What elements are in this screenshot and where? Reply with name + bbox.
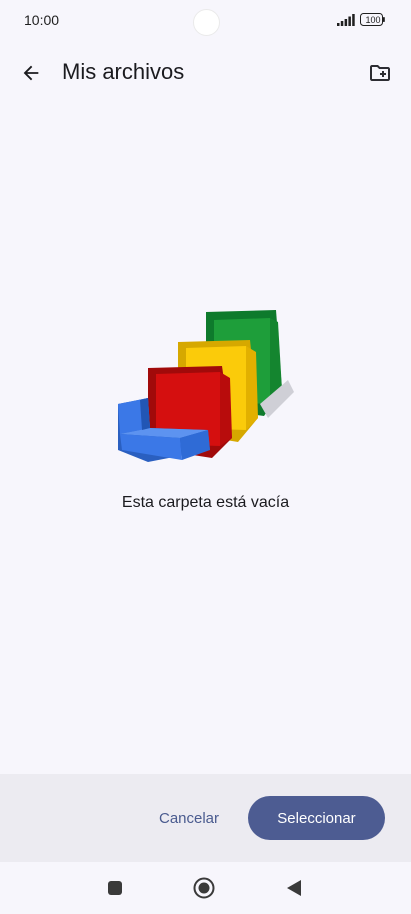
home-button[interactable]: [190, 874, 218, 902]
navigation-bar: [0, 862, 411, 914]
create-new-folder-icon: [370, 65, 390, 81]
action-panel: Cancelar Seleccionar: [0, 774, 411, 862]
battery-level: 100: [365, 15, 381, 25]
recent-apps-button[interactable]: [101, 874, 129, 902]
status-bar: 10:00 100: [0, 0, 411, 42]
front-camera: [193, 9, 220, 36]
back-button[interactable]: [12, 54, 50, 92]
recent-apps-icon: [108, 881, 122, 895]
signal-icon: [337, 14, 355, 26]
status-time: 10:00: [24, 12, 60, 28]
app-bar: Mis archivos: [0, 48, 411, 96]
new-folder-button[interactable]: [361, 54, 399, 92]
empty-folder-message: Esta carpeta está vacía: [121, 494, 290, 511]
back-icon: [287, 880, 301, 896]
empty-folders-illustration: [118, 310, 294, 462]
home-icon: [193, 877, 215, 899]
page-title: Mis archivos: [62, 59, 185, 84]
select-button[interactable]: Seleccionar: [248, 796, 385, 840]
back-nav-button[interactable]: [280, 874, 308, 902]
arrow-left-icon: [23, 65, 39, 81]
cancel-button[interactable]: Cancelar: [144, 796, 234, 840]
